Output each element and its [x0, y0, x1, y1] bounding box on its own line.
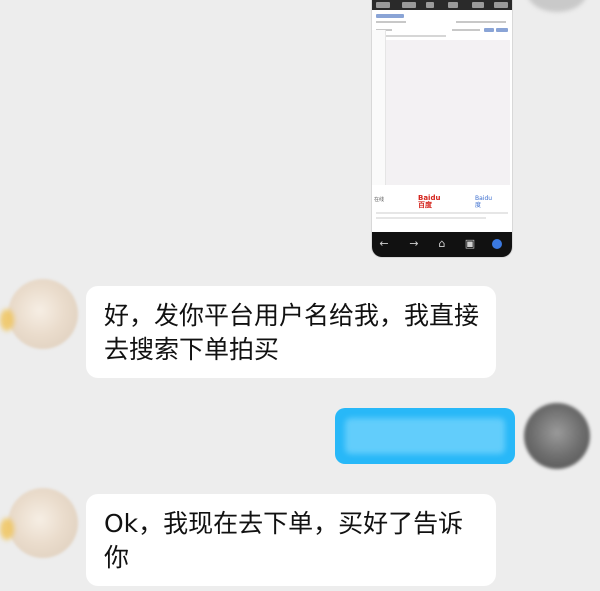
- forward-icon: →: [409, 237, 419, 250]
- tabs-icon: ▣: [464, 237, 476, 250]
- screenshot-footer-text: 在线: [374, 197, 385, 203]
- avatar-peek: [527, 0, 587, 12]
- contact-avatar[interactable]: [8, 279, 78, 349]
- menu-icon: [492, 239, 502, 249]
- back-icon: ←: [379, 237, 389, 250]
- screenshot-sidebar: [372, 30, 386, 185]
- screenshot-nav-bar: ← → ⌂ ▣: [372, 232, 512, 257]
- blurred-message-content: [345, 418, 505, 454]
- contact-avatar[interactable]: [8, 488, 78, 558]
- image-message-screenshot[interactable]: 在线 Baidu百度 Baidu度 ← → ⌂ ▣: [372, 0, 512, 257]
- screenshot-header-bar: [372, 0, 512, 10]
- message-bubble-contact[interactable]: 好，发你平台用户名给我，我直接去搜索下单拍买: [86, 286, 496, 378]
- screenshot-content-area: [386, 40, 510, 185]
- screenshot-logo-right: Baidu度: [475, 195, 493, 209]
- message-text: 好，发你平台用户名给我，我直接去搜索下单拍买: [104, 301, 480, 364]
- screenshot-link: [376, 14, 404, 18]
- my-avatar[interactable]: [524, 403, 590, 469]
- screenshot-logo-left: Baidu百度: [418, 194, 441, 209]
- message-bubble-me[interactable]: [335, 408, 515, 464]
- message-text: Ok，我现在去下单，买好了告诉你: [104, 509, 464, 572]
- message-bubble-contact[interactable]: Ok，我现在去下单，买好了告诉你: [86, 494, 496, 586]
- home-icon: ⌂: [438, 237, 446, 250]
